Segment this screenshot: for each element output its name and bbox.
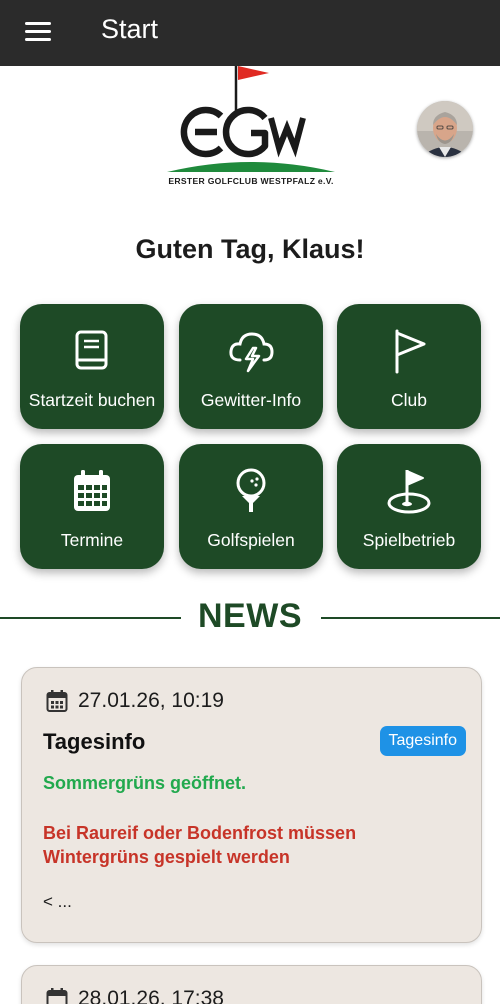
hamburger-menu-icon[interactable] [22,17,56,47]
tile-club[interactable]: Club [337,304,481,429]
calendar-icon [46,690,68,712]
news-title: Tagesinfo [43,729,146,754]
book-icon [75,330,108,370]
news-date: 27.01.26, 10:19 [78,689,224,712]
tile-startzeit-buchen[interactable]: Startzeit buchen [20,304,164,429]
top-app-bar: Start [0,0,500,66]
flag-icon [395,329,426,374]
calendar-icon [46,988,68,1004]
tile-spielbetrieb[interactable]: Spielbetrieb [337,444,481,569]
news-date: 28.01.26, 17:38 [78,987,224,1004]
greeting: Guten Tag, Klaus! [135,234,365,264]
news-card[interactable]: 28.01.26, 17:38 [21,965,482,1004]
tile-label: Spielbetrieb [362,530,456,550]
golf-hole-flag-icon [387,470,431,514]
tile-gewitter-info[interactable]: Gewitter-Info [179,304,323,429]
club-logo: ERSTER GOLFCLUB WESTPFALZ e.V. [163,66,339,196]
read-more-link[interactable]: < ... [43,892,72,912]
thunderstorm-icon [229,332,274,373]
tile-golfspielen[interactable]: Golfspielen [179,444,323,569]
category-badge: Tagesinfo [379,726,466,756]
tile-label: Termine [60,530,124,550]
tile-termine[interactable]: Termine [20,444,164,569]
news-card[interactable]: 27.01.26, 10:19 Tagesinfo Tagesinfo Somm… [21,667,482,943]
page-title: Start [101,14,159,44]
user-avatar[interactable] [417,101,473,157]
calendar-icon [74,470,110,511]
logo-caption: ERSTER GOLFCLUB WESTPFALZ e.V. [168,176,334,186]
tile-label: Club [391,390,427,410]
news-red-text: Bei Raureif oder Bodenfrost müssen Winte… [43,823,357,867]
golf-ball-on-tee-icon [236,468,266,512]
divider-right [321,617,500,619]
news-green-text: Sommergrüns geöffnet. [43,773,247,793]
tile-label: Startzeit buchen [28,390,156,410]
tile-label: Gewitter-Info [200,390,302,410]
tile-label: Golfspielen [207,530,295,550]
